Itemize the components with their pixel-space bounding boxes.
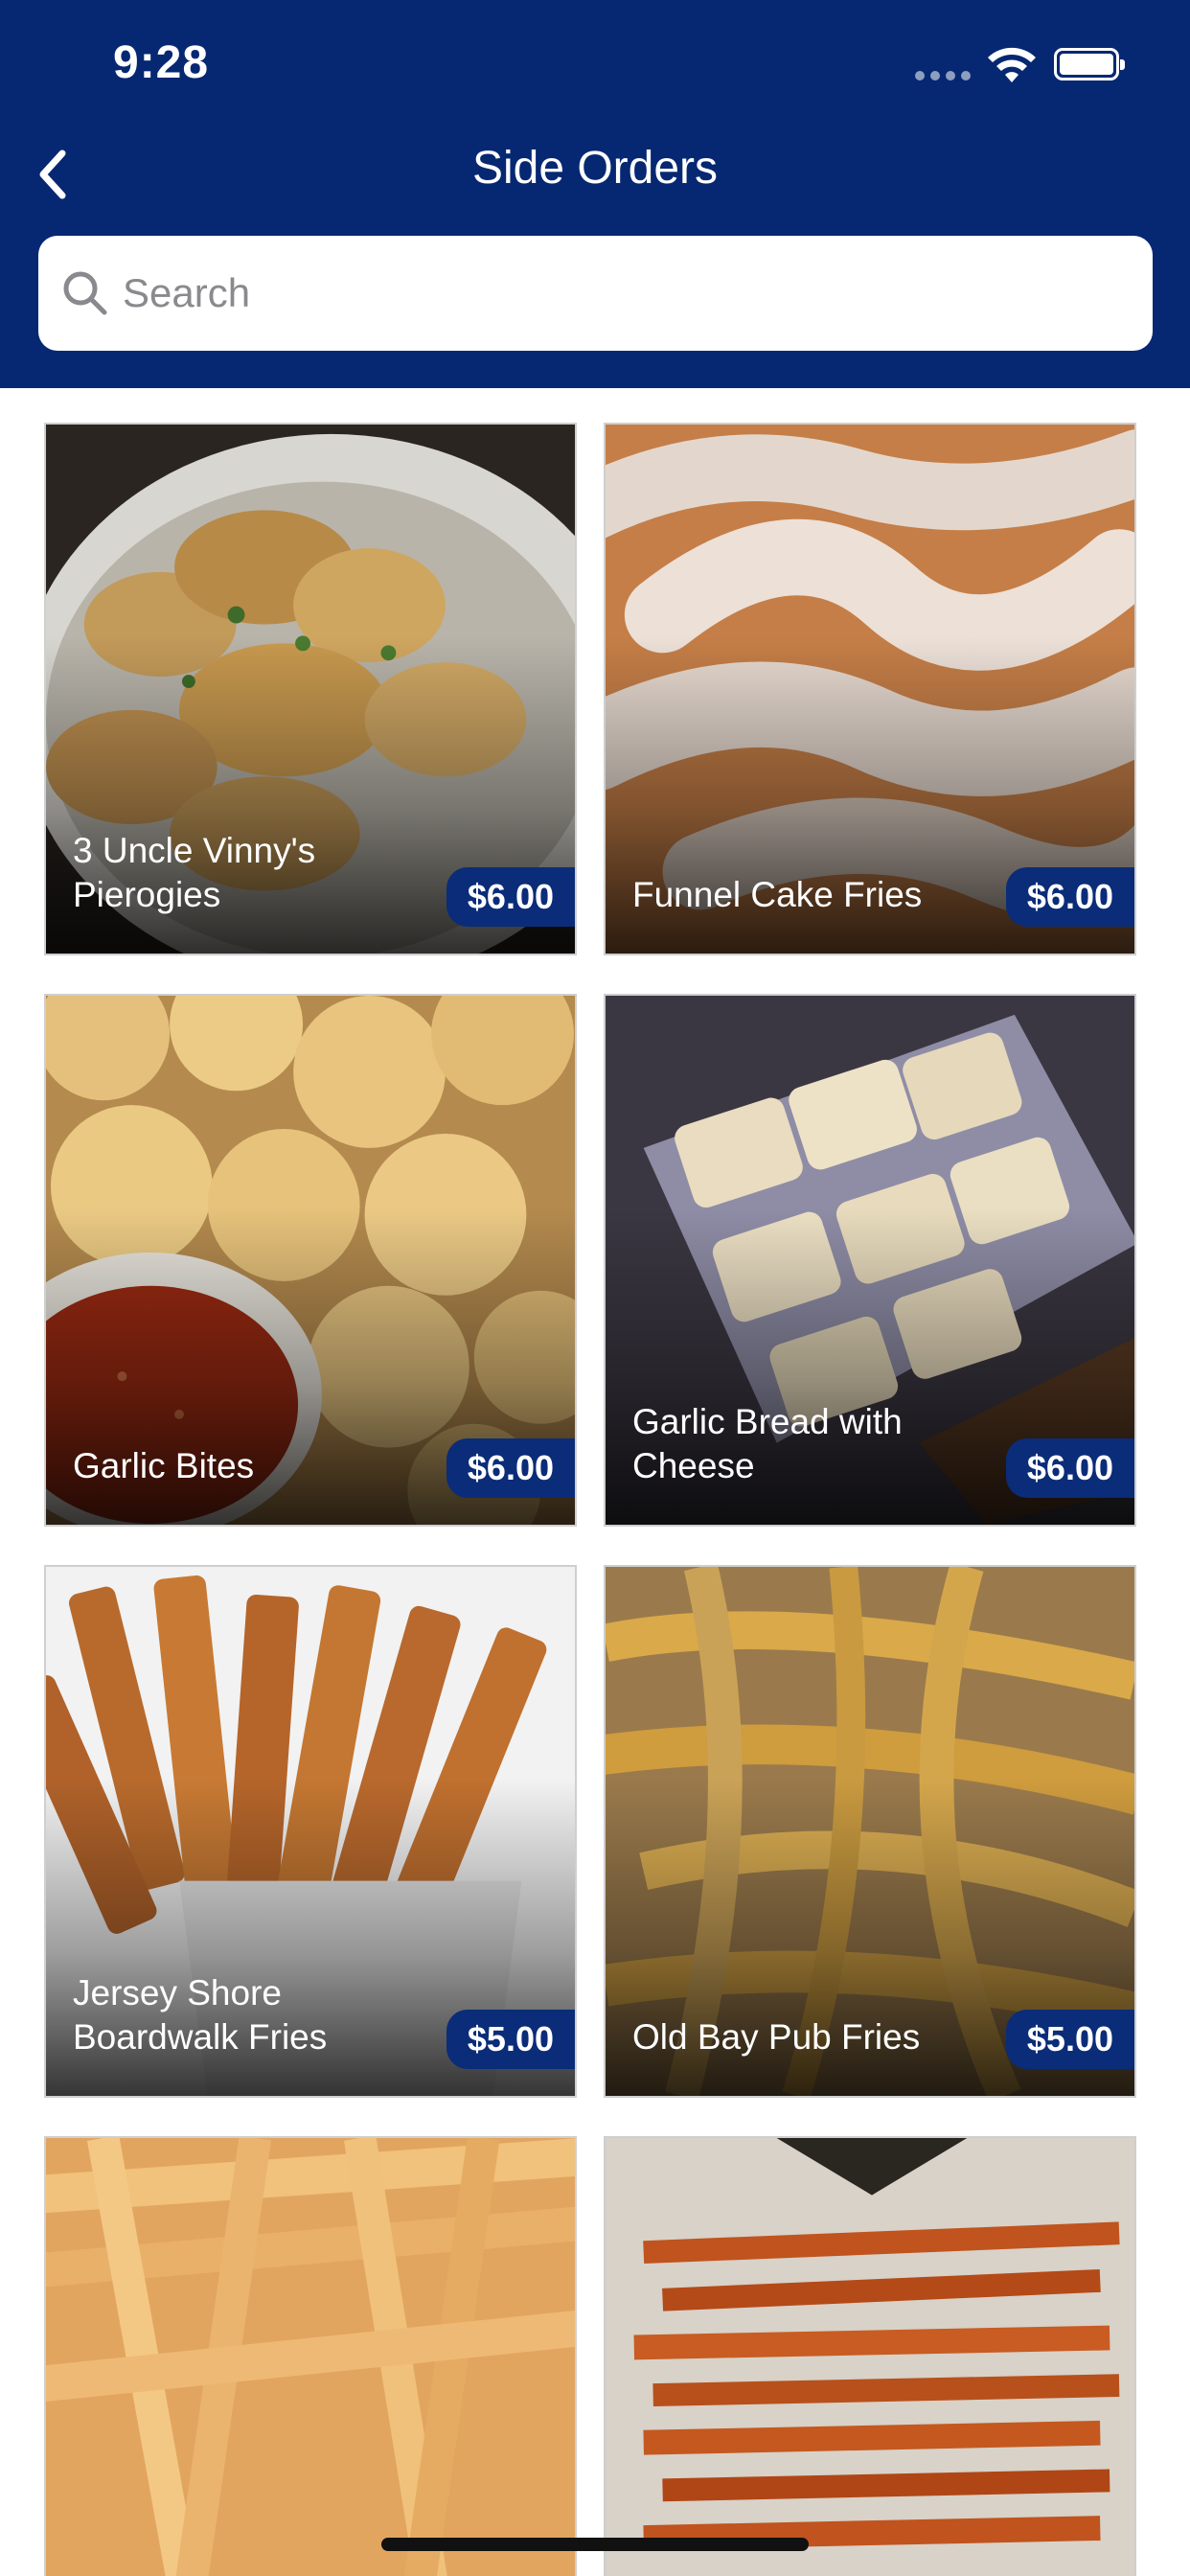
- search-input[interactable]: [123, 270, 1081, 316]
- fries-image: [46, 2138, 575, 2576]
- price-badge: $5.00: [1005, 2010, 1134, 2069]
- menu-grid: 3 Uncle Vinny's Pierogies $6.00 Funnel C…: [0, 388, 1190, 2576]
- search-bar[interactable]: [38, 236, 1153, 351]
- item-name: Old Bay Pub Fries: [632, 2017, 921, 2057]
- menu-item-card[interactable]: Jersey Shore Boardwalk Fries $5.00: [44, 1565, 577, 2098]
- battery-icon: [1054, 48, 1125, 80]
- menu-item-card[interactable]: Garlic Bread with Cheese $6.00: [604, 994, 1136, 1527]
- home-indicator[interactable]: [381, 2538, 809, 2551]
- menu-item-card[interactable]: [44, 2136, 577, 2576]
- menu-item-card[interactable]: Garlic Bites $6.00: [44, 994, 577, 1527]
- item-name: Funnel Cake Fries: [632, 875, 923, 914]
- price-badge: $6.00: [446, 867, 575, 927]
- page-title: Side Orders: [471, 143, 719, 194]
- item-name: Jersey Shore Boardwalk Fries: [73, 1973, 328, 2057]
- price-badge: $5.00: [446, 2010, 575, 2069]
- status-time: 9:28: [113, 37, 210, 88]
- search-icon: [63, 271, 107, 315]
- app-header: 9:28 Side Orders: [0, 0, 1190, 388]
- sweet-potato-fries-image: [606, 2138, 1134, 2576]
- menu-item-card[interactable]: Old Bay Pub Fries $5.00: [604, 1565, 1136, 2098]
- price-badge: $6.00: [1005, 1438, 1134, 1498]
- price-badge: $6.00: [1005, 867, 1134, 927]
- wifi-icon: [988, 47, 1036, 82]
- item-name: Garlic Bites: [73, 1446, 255, 1485]
- item-name: 3 Uncle Vinny's Pierogies: [73, 831, 316, 914]
- item-name: Garlic Bread with Cheese: [632, 1402, 903, 1485]
- price-badge: $6.00: [446, 1438, 575, 1498]
- menu-item-card[interactable]: 3 Uncle Vinny's Pierogies $6.00: [44, 423, 577, 955]
- menu-item-card[interactable]: Funnel Cake Fries $6.00: [604, 423, 1136, 955]
- menu-item-card[interactable]: [604, 2136, 1136, 2576]
- cellular-signal-icon: [915, 71, 971, 82]
